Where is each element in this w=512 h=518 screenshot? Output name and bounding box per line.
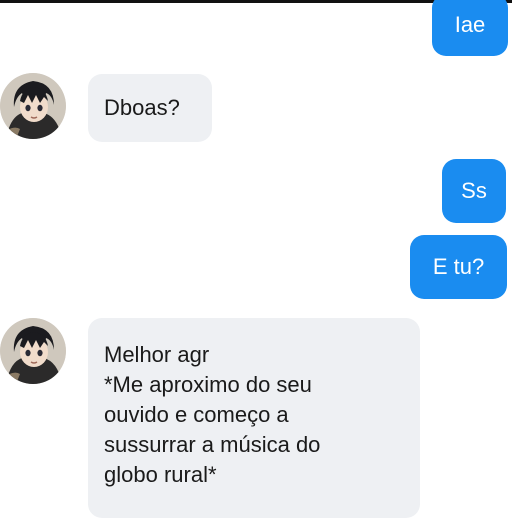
message-text-line: sussurrar a música do: [104, 432, 321, 457]
message-text-line: ouvido e começo a: [104, 402, 289, 427]
message-text: Ss: [461, 178, 487, 203]
message-text: Dboas?: [104, 95, 180, 120]
anime-character-avatar-icon: [0, 73, 66, 139]
message-text-line: Melhor agr: [104, 342, 210, 367]
outgoing-message-bubble[interactable]: E tu?: [410, 235, 507, 299]
outgoing-message-bubble[interactable]: Ss: [442, 159, 506, 223]
outgoing-message-bubble[interactable]: Iae: [432, 0, 508, 56]
incoming-message-bubble[interactable]: Dboas?: [88, 74, 212, 142]
message-text: E tu?: [432, 254, 485, 279]
message-text-line: globo rural*: [104, 462, 217, 487]
incoming-message-bubble[interactable]: Melhor agr *Me aproximo do seu ouvido e …: [88, 318, 420, 518]
contact-avatar[interactable]: [0, 318, 66, 384]
contact-avatar[interactable]: [0, 73, 66, 139]
anime-character-avatar-icon: [0, 318, 66, 384]
message-text: Iae: [454, 12, 486, 37]
message-text-line: *Me aproximo do seu: [104, 372, 312, 397]
